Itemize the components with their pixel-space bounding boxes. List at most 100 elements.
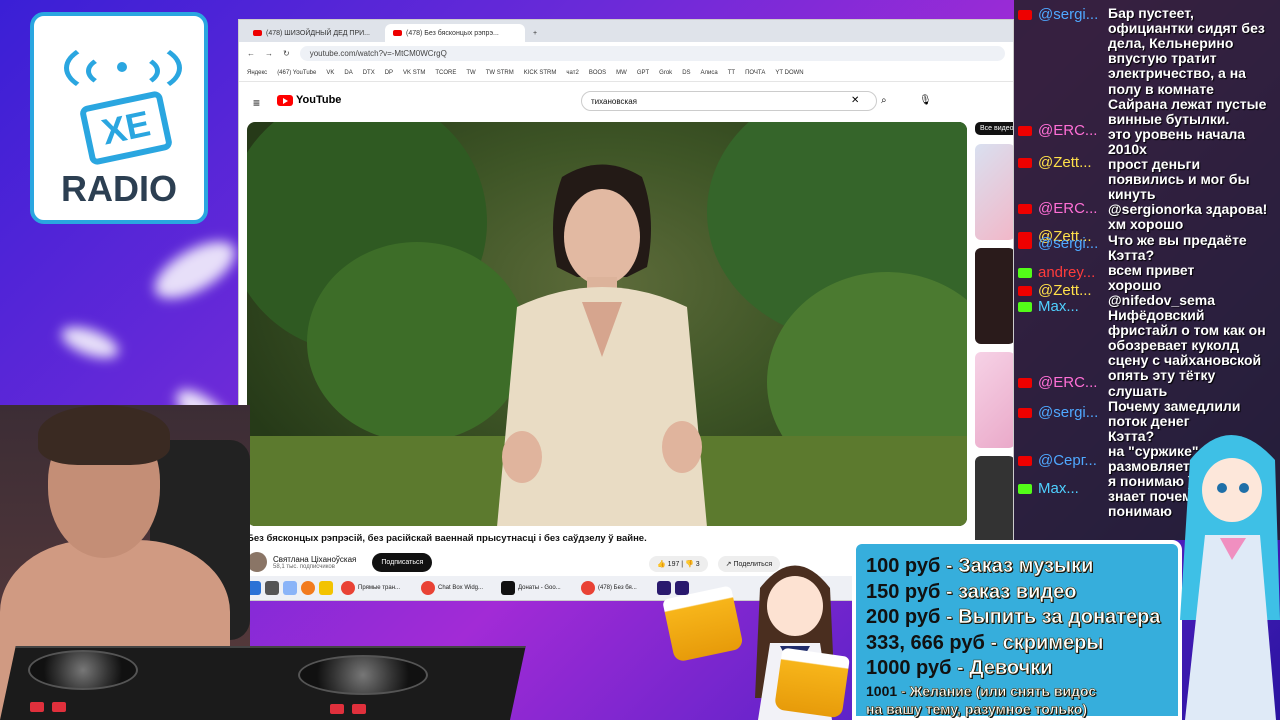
premiere-icon[interactable]	[657, 581, 671, 595]
chrome-icon	[581, 581, 595, 595]
browser-tab-active[interactable]: (478) Без бясконцых рэпрэ...	[385, 24, 525, 42]
firefox-icon[interactable]	[301, 581, 315, 595]
jog-wheel-left	[28, 650, 138, 690]
taskbar-item[interactable]: Chat Box Widg...	[417, 579, 493, 597]
taskbar-label: Прямые тран...	[358, 585, 401, 591]
chat-text-line: Кэтта?	[1108, 246, 1155, 263]
channel-name[interactable]: Святлана Ціханоўская	[273, 555, 356, 564]
recommended-thumbnail[interactable]	[975, 144, 1013, 240]
search-input[interactable]: тихановская	[581, 91, 877, 111]
bookmark-item[interactable]: Яндекс	[247, 70, 267, 76]
chrome-icon	[341, 581, 355, 595]
taskbar-item[interactable]: Прямые тран...	[337, 579, 413, 597]
taskbar-item[interactable]: Донаты - Goo...	[497, 579, 573, 597]
filter-chip-all[interactable]: Все видео	[975, 122, 1013, 135]
bookmark-item[interactable]: TCORE	[435, 70, 456, 76]
youtube-icon	[1018, 204, 1032, 214]
bookmark-item[interactable]: MW	[616, 70, 627, 76]
x-icon	[501, 581, 515, 595]
bookmark-item[interactable]: VK STM	[403, 70, 425, 76]
channel-row: Святлана Ціханоўская 58,1 тыс. подписчик…	[247, 552, 433, 572]
channel-avatar[interactable]	[247, 552, 267, 572]
donation-price: 333, 666 руб	[866, 631, 985, 654]
new-tab-button[interactable]: +	[525, 24, 545, 42]
donation-row: 200 руб - Выпить за донатера	[866, 605, 1168, 631]
youtube-play-icon	[277, 94, 293, 106]
youtube-header: ≡ YouTube тихановская ✕ ⌕ 🎙	[239, 86, 1013, 116]
bookmark-item[interactable]: Алиса	[701, 70, 718, 76]
chat-message: @Zett...	[1018, 282, 1108, 299]
chat-nick: @sergi...	[1038, 6, 1099, 23]
folder-icon[interactable]	[319, 581, 333, 595]
bookmark-item[interactable]: KICK STRM	[524, 70, 557, 76]
browser-tab[interactable]: (478) ШИЗОЙДНЫЙ ДЕД ПРИ...	[245, 24, 385, 42]
bookmark-item[interactable]: YT DOWN	[775, 70, 803, 76]
video-player[interactable]	[247, 122, 967, 526]
donation-price-list: 100 руб - Заказ музыки 150 руб - заказ ви…	[852, 540, 1182, 720]
chat-text-line: хм хорошо	[1108, 216, 1184, 233]
chat-text-line: появились и мог бы	[1108, 171, 1250, 188]
bookmark-item[interactable]: чат2	[566, 70, 578, 76]
youtube-icon	[1018, 456, 1032, 466]
bookmark-item[interactable]: DTX	[363, 70, 375, 76]
chat-text-line: электричество, а на	[1108, 65, 1246, 82]
address-bar-row: ← → ↻ youtube.com/watch?v=-MtCM0WCrgQ	[239, 42, 1013, 64]
subscribe-button[interactable]: Подписаться	[372, 552, 433, 572]
youtube-icon	[1018, 10, 1032, 20]
youtube-icon	[1018, 408, 1032, 418]
youtube-logo[interactable]: YouTube	[277, 94, 341, 106]
bookmark-item[interactable]: TW STRM	[486, 70, 514, 76]
back-icon[interactable]: ←	[247, 49, 255, 58]
donation-price: 150 руб	[866, 580, 941, 603]
taskbar-item[interactable]: (478) Без бя...	[577, 579, 653, 597]
bookmark-item[interactable]: DP	[385, 70, 393, 76]
bookmark-item[interactable]: TW	[466, 70, 475, 76]
mic-icon[interactable]: 🎙	[919, 95, 932, 106]
chat-text-line: Сайрана лежат пустые	[1108, 95, 1267, 112]
recommended-thumbnail[interactable]	[975, 352, 1013, 448]
weather-icon[interactable]	[283, 581, 297, 595]
subscriber-count: 58,1 тыс. подписчиков	[273, 563, 335, 570]
chat-text-line: полу в комнате	[1108, 80, 1214, 97]
search-icon[interactable]: ⌕	[881, 95, 887, 106]
recommended-thumbnail[interactable]	[975, 456, 1013, 552]
url-field[interactable]: youtube.com/watch?v=-MtCM0WCrgQ	[299, 45, 1005, 61]
youtube-icon	[393, 30, 402, 36]
like-button[interactable]: 👍 197 | 👎 3	[649, 556, 708, 572]
tab-label: (478) ШИЗОЙДНЫЙ ДЕД ПРИ...	[266, 29, 370, 37]
menu-icon[interactable]: ≡	[253, 96, 260, 110]
taskbar-label: (478) Без бя...	[598, 585, 637, 591]
chat-message: @Серг...	[1018, 452, 1108, 469]
chat-text-line: хорошо	[1108, 276, 1162, 293]
kick-icon	[1018, 484, 1032, 494]
bookmarks-bar: Яндекс (467) YouTube VK DA DTX DP VK STM TCORE T…	[239, 64, 1013, 82]
bookmark-item[interactable]: VK	[326, 70, 334, 76]
taskview-icon[interactable]	[265, 581, 279, 595]
youtube-icon	[1018, 286, 1032, 296]
radio-logo: XE RADIO	[30, 12, 208, 224]
bookmark-item[interactable]: GPT	[637, 70, 649, 76]
bookmark-item[interactable]: (467) YouTube	[277, 70, 316, 76]
chat-text-line: сцену с чайхановской	[1108, 352, 1262, 369]
logo-xe: XE	[78, 89, 174, 167]
bookmark-item[interactable]: DA	[344, 70, 352, 76]
clear-search-icon[interactable]: ✕	[851, 95, 859, 106]
bookmark-item[interactable]: Grok	[659, 70, 672, 76]
tab-label: (478) Без бясконцых рэпрэ...	[406, 29, 499, 37]
forward-icon[interactable]: →	[265, 49, 273, 58]
recommended-thumbnail[interactable]	[975, 248, 1013, 344]
reload-icon[interactable]: ↻	[283, 49, 290, 58]
chat-nick: @Серг...	[1038, 452, 1097, 469]
kick-icon	[1018, 302, 1032, 312]
donation-label: - скримеры	[984, 631, 1104, 654]
premiere-icon[interactable]	[675, 581, 689, 595]
bookmark-item[interactable]: DS	[682, 70, 690, 76]
bookmark-item[interactable]: BOOS	[589, 70, 606, 76]
bookmark-item[interactable]: TT	[728, 70, 735, 76]
chat-text-line: Что же вы предаёте	[1108, 231, 1247, 248]
chat-nick: @Zett...	[1038, 282, 1092, 299]
chat-message: @ERC...	[1018, 374, 1108, 391]
donation-label: на вашу тему, разумное только)	[866, 700, 1088, 717]
chat-message: @sergi...	[1018, 404, 1108, 421]
bookmark-item[interactable]: ПОЧТА	[745, 70, 765, 76]
